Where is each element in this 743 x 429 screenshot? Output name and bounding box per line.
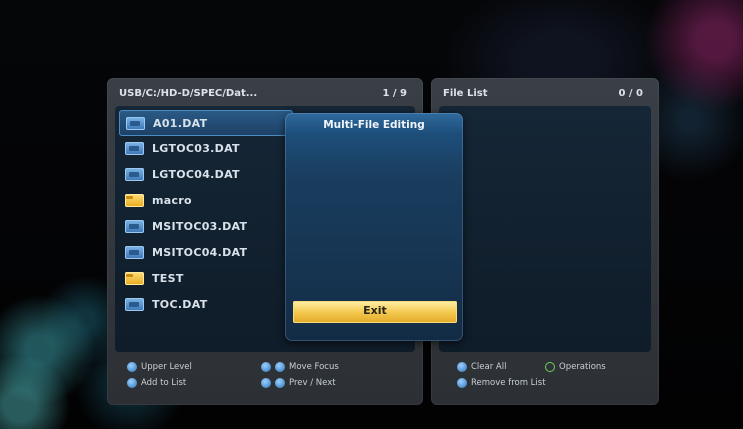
folder-icon xyxy=(125,193,144,207)
file-list-title: File List xyxy=(443,88,488,99)
left-key-icon xyxy=(261,362,271,372)
left-panel-header: USB/C:/HD-D/SPEC/Dat... 1 / 9 xyxy=(119,88,411,102)
file-row-toc[interactable]: TOC.DAT xyxy=(119,292,279,316)
folder-icon xyxy=(125,271,144,285)
file-name: LGTOC03.DAT xyxy=(152,141,240,155)
file-name: MSITOC04.DAT xyxy=(152,245,248,259)
hint-label: Upper Level xyxy=(141,362,192,372)
dialog-title: Multi-File Editing xyxy=(323,119,425,131)
file-name: TEST xyxy=(152,271,184,285)
file-icon xyxy=(126,116,145,130)
hint-label: Clear All xyxy=(471,362,507,372)
file-row-msitoc03[interactable]: MSITOC03.DAT xyxy=(119,214,279,238)
hint-remove-from-list: Remove from List xyxy=(457,378,546,388)
file-row-lgtoc04[interactable]: LGTOC04.DAT xyxy=(119,162,279,186)
disabled-option xyxy=(295,253,453,273)
exit-button[interactable]: Exit xyxy=(293,301,457,323)
hint-label: Operations xyxy=(559,362,606,372)
file-row-msitoc04[interactable]: MSITOC04.DAT xyxy=(119,240,279,264)
hint-label: Move Focus xyxy=(289,362,339,372)
hint-label: Add to List xyxy=(141,378,187,388)
multi-file-editing-dialog: Multi-File Editing Exit xyxy=(285,113,463,341)
hint-upper-level: Upper Level xyxy=(127,362,192,372)
add-key-icon xyxy=(127,378,137,388)
hint-prev-next: Prev / Next xyxy=(261,378,336,388)
hint-clear-all: Clear All xyxy=(457,362,506,372)
file-name: macro xyxy=(152,193,192,207)
hint-label: Prev / Next xyxy=(289,378,336,388)
right-panel-footer: Clear All Operations Remove from List xyxy=(443,362,651,398)
hint-label: Remove from List xyxy=(471,378,546,388)
file-row-test[interactable]: TEST xyxy=(119,266,279,290)
hint-operations: Operations xyxy=(545,362,606,372)
remove-key-icon xyxy=(457,378,467,388)
file-icon xyxy=(125,141,144,155)
file-name: LGTOC04.DAT xyxy=(152,167,240,181)
file-icon xyxy=(125,167,144,181)
back-key-icon xyxy=(127,362,137,372)
file-row-lgtoc03[interactable]: LGTOC03.DAT xyxy=(119,136,279,160)
file-count: 1 / 9 xyxy=(382,88,407,99)
disabled-option xyxy=(295,157,453,177)
operations-key-icon xyxy=(545,362,555,372)
file-name: TOC.DAT xyxy=(152,297,208,311)
disabled-option xyxy=(295,181,453,201)
current-path: USB/C:/HD-D/SPEC/Dat... xyxy=(119,88,258,99)
right-panel-header: File List 0 / 0 xyxy=(443,88,647,102)
right-key-icon xyxy=(275,362,285,372)
selected-file-list[interactable] xyxy=(439,106,651,352)
disabled-option xyxy=(295,205,453,225)
file-icon xyxy=(125,297,144,311)
file-row-macro[interactable]: macro xyxy=(119,188,279,212)
next-key-icon xyxy=(275,378,285,388)
file-icon xyxy=(125,245,144,259)
clear-key-icon xyxy=(457,362,467,372)
file-name: A01.DAT xyxy=(153,116,208,130)
prev-key-icon xyxy=(261,378,271,388)
file-list-count: 0 / 0 xyxy=(618,88,643,99)
file-row-a01[interactable]: A01.DAT xyxy=(119,110,293,136)
hint-move-focus: Move Focus xyxy=(261,362,339,372)
hint-add-to-list: Add to List xyxy=(127,378,186,388)
disabled-option xyxy=(295,229,453,249)
disabled-option xyxy=(295,277,453,297)
file-icon xyxy=(125,219,144,233)
file-list-panel: File List 0 / 0 Clear All Operations Rem… xyxy=(431,78,659,405)
file-name: MSITOC03.DAT xyxy=(152,219,248,233)
left-panel-footer: Upper Level Move Focus Add to List Prev … xyxy=(119,362,415,398)
